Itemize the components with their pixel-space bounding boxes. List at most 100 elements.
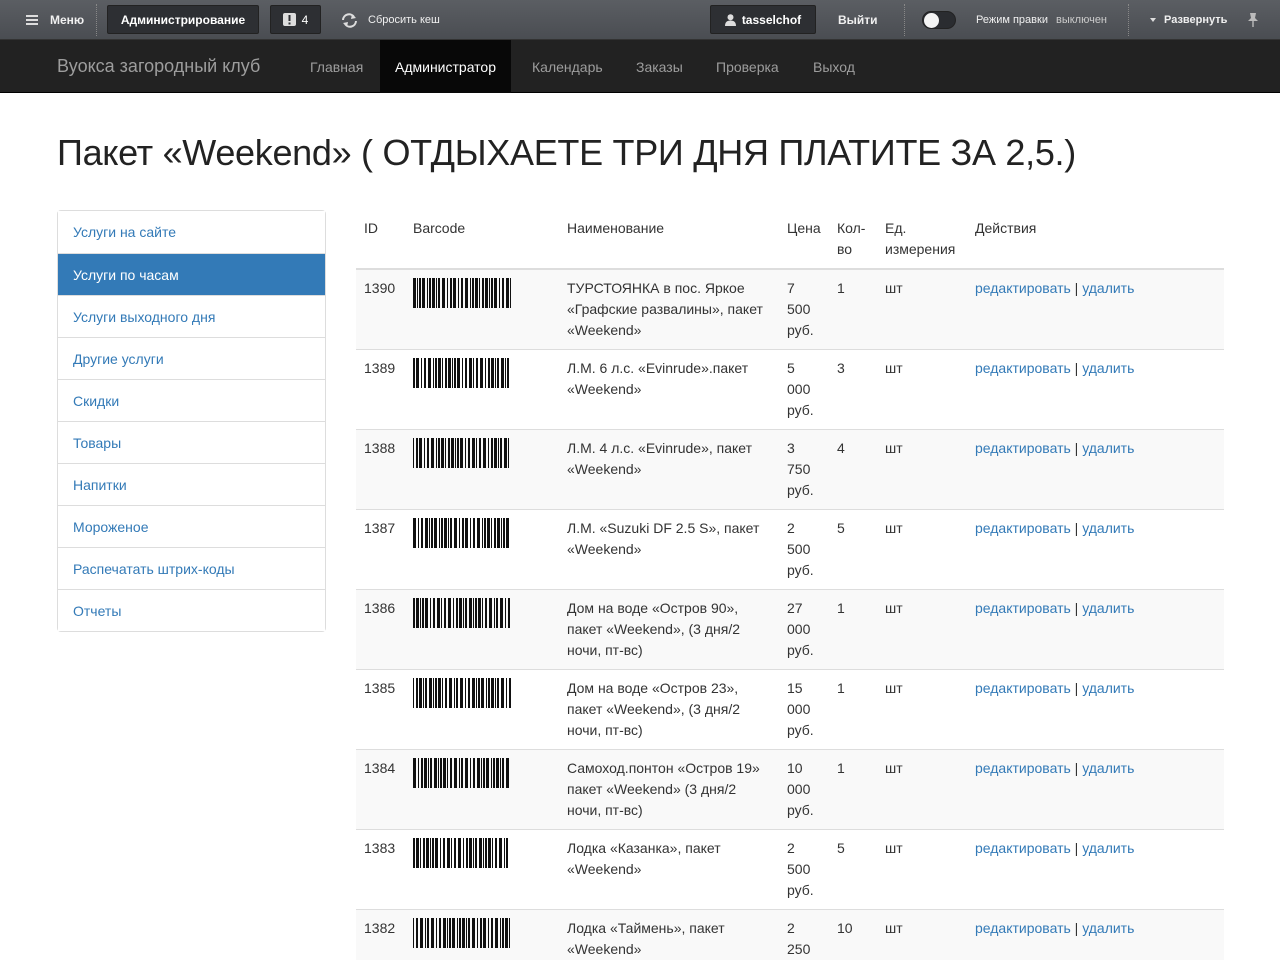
barcode-bar [427, 918, 429, 948]
barcode-bar [429, 278, 431, 308]
cell-barcode [405, 589, 559, 670]
cell-name: Самоход.понтон «Остров 19» пакет «Weeken… [559, 749, 779, 830]
edit-link[interactable]: редактировать [975, 280, 1071, 296]
pin-button[interactable] [1247, 0, 1259, 40]
reset-cache-button[interactable]: Сбросить кеш [341, 0, 440, 40]
nav-item-logout[interactable]: Выход [798, 40, 870, 93]
delete-link[interactable]: удалить [1082, 760, 1134, 776]
barcode-bar [443, 918, 446, 948]
expand-button[interactable]: Развернуть [1150, 0, 1227, 40]
barcode-bar [483, 838, 484, 868]
sidebar-item-site-services[interactable]: Услуги на сайте [58, 211, 325, 253]
barcode-bar [431, 438, 434, 468]
barcode-bar [424, 438, 425, 468]
delete-link[interactable]: удалить [1082, 680, 1134, 696]
edit-link[interactable]: редактировать [975, 680, 1071, 696]
edit-link[interactable]: редактировать [975, 600, 1071, 616]
barcode-bar [449, 678, 452, 708]
barcode-bar [481, 758, 482, 788]
sidebar-item-reports[interactable]: Отчеты [58, 589, 325, 631]
barcode-bar [501, 518, 502, 548]
barcode-bar [465, 518, 468, 548]
barcode-bar [491, 518, 492, 548]
cell-actions: редактировать | удалить [967, 589, 1224, 670]
cell-unit: шт [877, 429, 967, 510]
cell-name: Л.М. «Suzuki DF 2.5 S», пакет «Weekend» [559, 509, 779, 590]
cell-barcode [405, 669, 559, 750]
delete-link[interactable]: удалить [1082, 360, 1134, 376]
nav-item-check[interactable]: Проверка [701, 40, 794, 93]
cell-unit: шт [877, 829, 967, 910]
edit-link[interactable]: редактировать [975, 440, 1071, 456]
delete-link[interactable]: удалить [1082, 520, 1134, 536]
barcode-bar [491, 758, 492, 788]
table-row: 1387 Л.М. «Suzuki DF 2.5 S», пакет «Week… [356, 509, 1224, 590]
logout-label: Выйти [838, 13, 878, 27]
barcode-bar [433, 678, 434, 708]
cell-qty: 5 [829, 829, 877, 910]
logout-button[interactable]: Выйти [838, 0, 878, 40]
sidebar-item-ice-cream[interactable]: Мороженое [58, 505, 325, 547]
delete-link[interactable]: удалить [1082, 280, 1134, 296]
notifications-button[interactable]: 4 [270, 5, 321, 34]
barcode-bar [438, 758, 439, 788]
barcode-bar [413, 358, 415, 388]
edit-link[interactable]: редактировать [975, 360, 1071, 376]
barcode-bar [458, 838, 461, 868]
nav-item-home[interactable]: Главная [295, 40, 378, 93]
barcode-bar [454, 518, 457, 548]
sidebar-item-print-barcodes[interactable]: Распечатать штрих-коды [58, 547, 325, 589]
delete-link[interactable]: удалить [1082, 440, 1134, 456]
sidebar-item-other-services[interactable]: Другие услуги [58, 337, 325, 379]
barcode-bar [472, 918, 475, 948]
barcode-bar [502, 918, 504, 948]
user-button[interactable]: tasselchof [710, 5, 816, 34]
barcode-bar [432, 838, 434, 868]
barcode-bar [435, 838, 438, 868]
cell-actions: редактировать | удалить [967, 909, 1224, 960]
barcode-bar [444, 598, 446, 628]
sidebar-item-weekend-services[interactable]: Услуги выходного дня [58, 295, 325, 337]
barcode-bar [450, 278, 452, 308]
delete-link[interactable]: удалить [1082, 920, 1134, 936]
sidebar-item-hourly-services[interactable]: Услуги по часам [58, 253, 325, 295]
barcode-bar [459, 598, 462, 628]
administration-button[interactable]: Администрирование [107, 5, 259, 34]
edit-link[interactable]: редактировать [975, 520, 1071, 536]
sidebar-item-drinks[interactable]: Напитки [58, 463, 325, 505]
barcode-bar [481, 678, 484, 708]
edit-link[interactable]: редактировать [975, 840, 1071, 856]
barcode-bar [497, 678, 499, 708]
menu-button[interactable]: Меню [26, 0, 84, 40]
sidebar-item-discounts[interactable]: Скидки [58, 379, 325, 421]
barcode-bar [429, 678, 432, 708]
barcode-bar [485, 598, 487, 628]
nav-item-calendar[interactable]: Календарь [517, 40, 618, 93]
delete-link[interactable]: удалить [1082, 600, 1134, 616]
barcode-bar [418, 518, 419, 548]
barcode-bar [438, 358, 441, 388]
cell-price: 15 000 руб. [779, 669, 829, 750]
header-barcode: Barcode [405, 210, 559, 270]
nav-item-orders[interactable]: Заказы [621, 40, 698, 93]
barcode-bar [448, 358, 451, 388]
nav-item-administrator[interactable]: Администратор [380, 40, 512, 93]
edit-link[interactable]: редактировать [975, 760, 1071, 776]
edit-mode-toggle[interactable]: Режим правки выключен [922, 0, 1107, 40]
barcode-bar [457, 438, 459, 468]
barcode-bar [506, 758, 509, 788]
sidebar-item-goods[interactable]: Товары [58, 421, 325, 463]
barcode-bar [418, 758, 419, 788]
cell-qty: 1 [829, 749, 877, 830]
barcode-bar [462, 918, 465, 948]
delete-link[interactable]: удалить [1082, 840, 1134, 856]
cell-barcode [405, 829, 559, 910]
barcode-bar [493, 758, 495, 788]
barcode-bar [420, 838, 421, 868]
cell-id: 1388 [356, 429, 405, 510]
barcode-bar [472, 438, 475, 468]
edit-link[interactable]: редактировать [975, 920, 1071, 936]
barcode-bar [497, 358, 499, 388]
action-separator: | [1074, 280, 1079, 296]
site-brand[interactable]: Вуокса загородный клуб [57, 40, 260, 93]
